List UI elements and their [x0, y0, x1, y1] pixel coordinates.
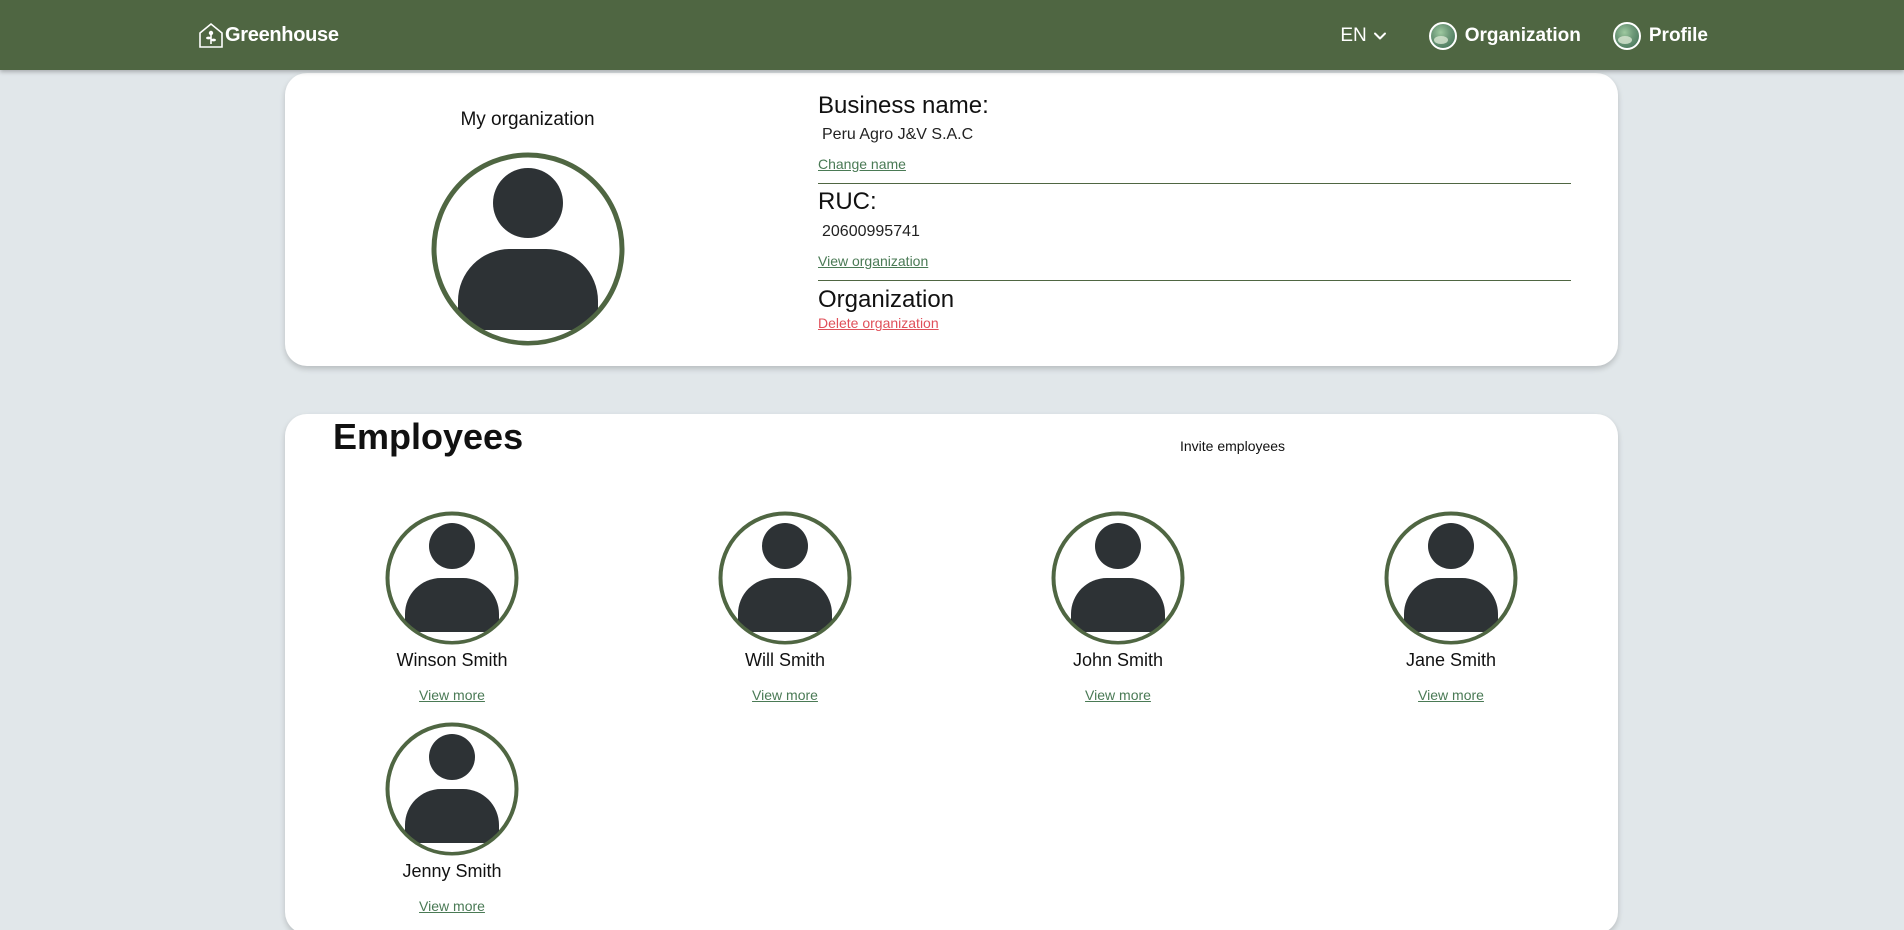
organization-section-label: Organization [818, 286, 955, 313]
employee-avatar-icon [385, 511, 519, 645]
employee-card: Winson Smith View more [352, 511, 552, 705]
ruc-label: RUC: [818, 188, 877, 215]
divider [818, 280, 1571, 281]
brand-logo[interactable]: Greenhouse [198, 21, 339, 49]
employee-card: Will Smith View more [685, 511, 885, 705]
view-more-link[interactable]: View more [419, 898, 485, 914]
employee-name: Jane Smith [1405, 650, 1497, 670]
organization-card: My organization Business name: Peru Agro… [285, 73, 1618, 366]
nav-organization-label: Organization [1464, 25, 1581, 46]
employee-avatar-icon [1051, 511, 1185, 645]
employees-title: Employees [333, 416, 524, 457]
employee-name: John Smith [1072, 650, 1164, 670]
brand-name: Greenhouse [225, 23, 339, 46]
change-name-link[interactable]: Change name [818, 156, 906, 172]
business-name-value: Peru Agro J&V S.A.C [822, 126, 974, 143]
view-organization-link[interactable]: View organization [818, 253, 928, 269]
organization-card-title: My organization [460, 109, 595, 130]
employee-card: John Smith View more [1018, 511, 1218, 705]
employee-card: Jane Smith View more [1351, 511, 1551, 705]
view-more-link[interactable]: View more [1085, 687, 1151, 703]
view-more-link[interactable]: View more [419, 687, 485, 703]
invite-employees-button[interactable]: Invite employees [1180, 438, 1285, 454]
employees-card: Employees Invite employees Winson Smith … [285, 414, 1618, 930]
chevron-down-icon [1373, 32, 1386, 40]
nav-profile[interactable]: Profile [1612, 22, 1708, 50]
employee-avatar-icon [385, 722, 519, 856]
ruc-value: 20600995741 [822, 223, 920, 240]
employee-card: Jenny Smith View more [352, 722, 552, 916]
organization-avatar-icon [431, 152, 625, 346]
employee-name: Winson Smith [396, 650, 508, 670]
view-more-link[interactable]: View more [1418, 687, 1484, 703]
language-label: EN [1340, 25, 1367, 46]
nav-organization[interactable]: Organization [1428, 22, 1581, 50]
greenhouse-icon [199, 22, 223, 48]
organization-avatar-icon [1428, 22, 1457, 50]
nav-profile-label: Profile [1648, 25, 1708, 46]
employee-avatar-icon [718, 511, 852, 645]
profile-avatar-icon [1612, 22, 1641, 50]
nav-actions: EN Organization Profile [1340, 20, 1708, 52]
divider [818, 183, 1571, 184]
top-navbar: Greenhouse EN Organization Profile [0, 0, 1904, 70]
business-name-label: Business name: [818, 92, 989, 119]
view-more-link[interactable]: View more [752, 687, 818, 703]
employee-avatar-icon [1384, 511, 1518, 645]
delete-organization-link[interactable]: Delete organization [818, 315, 939, 331]
employee-name: Will Smith [745, 650, 825, 670]
employee-name: Jenny Smith [402, 861, 502, 881]
language-selector[interactable]: EN [1340, 25, 1386, 47]
